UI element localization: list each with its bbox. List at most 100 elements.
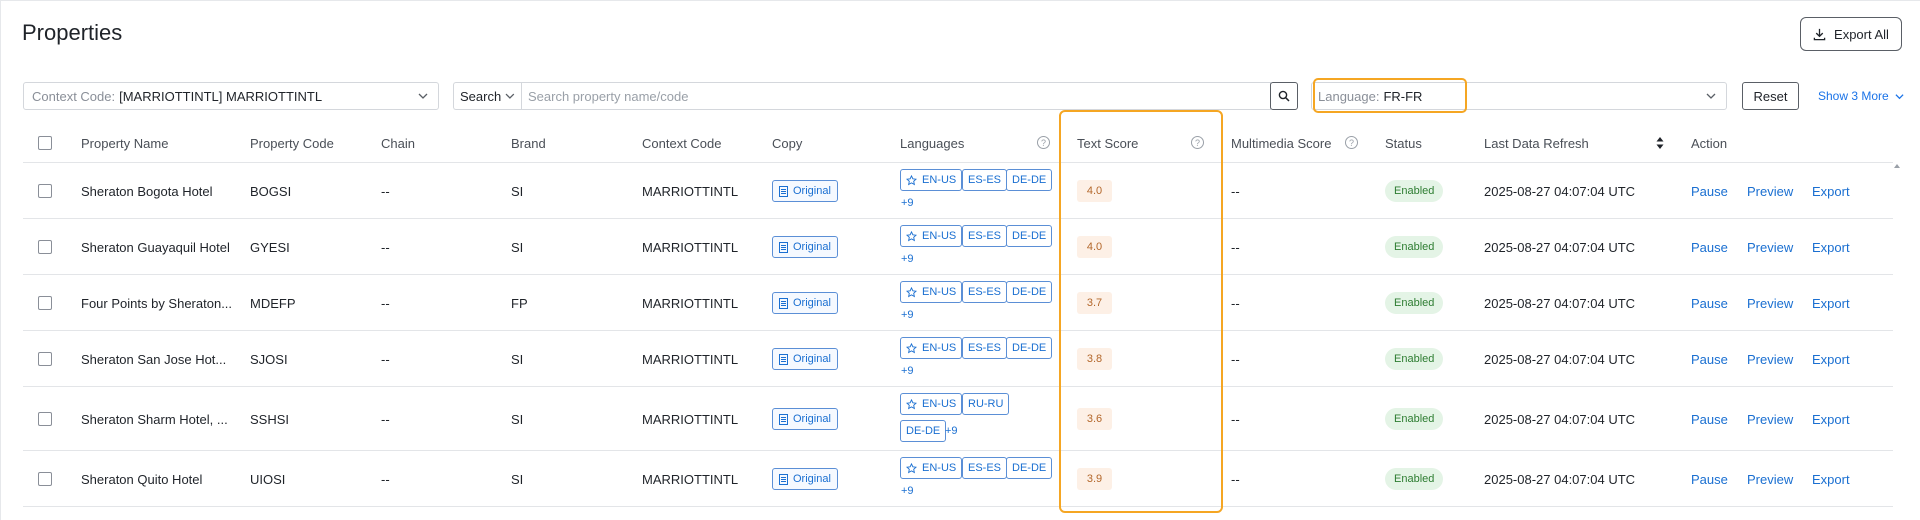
language-code: EN-US [922, 398, 957, 410]
language-tag[interactable]: DE-DE [1006, 457, 1053, 479]
export-all-button[interactable]: Export All [1800, 17, 1902, 51]
export-link[interactable]: Export [1812, 184, 1850, 199]
document-icon [779, 473, 788, 485]
preview-link[interactable]: Preview [1747, 412, 1793, 427]
pause-link[interactable]: Pause [1691, 296, 1728, 311]
text-score-help-icon[interactable]: ? [1191, 136, 1204, 149]
copy-original-tag[interactable]: Original [772, 292, 838, 314]
property-code: UIOSI [250, 472, 286, 487]
language-tag-primary[interactable]: EN-US [900, 337, 963, 359]
multimedia-score-help-icon[interactable]: ? [1345, 136, 1358, 149]
sort-icon[interactable] [1655, 135, 1665, 151]
copy-original-tag[interactable]: Original [772, 236, 838, 258]
export-link[interactable]: Export [1812, 296, 1850, 311]
language-tag[interactable]: ES-ES [962, 337, 1008, 359]
copy-original-tag[interactable]: Original [772, 180, 838, 202]
search-input[interactable] [521, 82, 1271, 110]
language-tag[interactable]: DE-DE [1006, 169, 1053, 191]
pause-link[interactable]: Pause [1691, 412, 1728, 427]
table-row: Sheraton Guayaquil Hotel GYESI -- SI MAR… [23, 219, 1893, 275]
multimedia-score: -- [1231, 412, 1240, 427]
preview-link[interactable]: Preview [1747, 240, 1793, 255]
language-tag-primary[interactable]: EN-US [900, 393, 963, 415]
text-score-badge: 3.7 [1077, 292, 1112, 314]
row-checkbox[interactable] [38, 184, 52, 198]
preview-link[interactable]: Preview [1747, 472, 1793, 487]
language-tag[interactable]: DE-DE [1006, 281, 1053, 303]
export-link[interactable]: Export [1812, 240, 1850, 255]
export-link[interactable]: Export [1812, 352, 1850, 367]
language-tag[interactable]: ES-ES [962, 457, 1008, 479]
col-multimedia-score[interactable]: Multimedia Score [1231, 136, 1331, 151]
search-type-select[interactable]: Search [453, 82, 521, 110]
language-tag-primary[interactable]: EN-US [900, 169, 963, 191]
show-more-filters-link[interactable]: Show 3 More [1818, 89, 1904, 103]
language-code: EN-US [922, 462, 957, 474]
more-languages-link[interactable]: +9 [901, 309, 914, 321]
row-checkbox[interactable] [38, 296, 52, 310]
pause-link[interactable]: Pause [1691, 472, 1728, 487]
language-tag[interactable]: ES-ES [962, 225, 1008, 247]
languages-help-icon[interactable]: ? [1037, 136, 1050, 149]
row-checkbox[interactable] [38, 472, 52, 486]
col-languages[interactable]: Languages [900, 136, 964, 151]
col-copy[interactable]: Copy [772, 136, 802, 151]
col-text-score[interactable]: Text Score [1077, 136, 1138, 151]
search-button[interactable] [1270, 82, 1298, 110]
context-code: MARRIOTTINTL [642, 240, 739, 255]
copy-original-tag[interactable]: Original [772, 408, 838, 430]
table-row: Sheraton Sharm Hotel, ... SSHSI -- SI MA… [23, 387, 1893, 451]
col-brand[interactable]: Brand [511, 136, 546, 151]
language-tag[interactable]: DE-DE [1006, 225, 1053, 247]
preview-link[interactable]: Preview [1747, 352, 1793, 367]
last-refresh: 2025-08-27 04:07:04 UTC [1484, 472, 1636, 487]
reset-button[interactable]: Reset [1742, 82, 1799, 110]
col-status[interactable]: Status [1385, 136, 1422, 151]
col-context-code[interactable]: Context Code [642, 136, 722, 151]
preview-link[interactable]: Preview [1747, 184, 1793, 199]
export-link[interactable]: Export [1812, 472, 1850, 487]
multimedia-score: -- [1231, 296, 1240, 311]
more-languages-link[interactable]: +9 [901, 253, 914, 265]
last-refresh: 2025-08-27 04:07:04 UTC [1484, 184, 1636, 199]
context-code: MARRIOTTINTL [642, 296, 739, 311]
preview-link[interactable]: Preview [1747, 296, 1793, 311]
language-tag-primary[interactable]: EN-US [900, 281, 963, 303]
pause-link[interactable]: Pause [1691, 352, 1728, 367]
scroll-up-icon[interactable] [1893, 163, 1901, 169]
more-languages-link[interactable]: +9 [901, 197, 914, 209]
export-link[interactable]: Export [1812, 412, 1850, 427]
language-tag[interactable]: RU-RU [962, 393, 1010, 415]
col-property-code[interactable]: Property Code [250, 136, 334, 151]
copy-original-tag[interactable]: Original [772, 468, 838, 490]
document-icon [779, 241, 788, 253]
row-checkbox[interactable] [38, 412, 52, 426]
language-tag[interactable]: DE-DE [900, 420, 947, 442]
language-select[interactable]: Language: FR-FR [1311, 82, 1727, 110]
language-tag[interactable]: ES-ES [962, 281, 1008, 303]
pause-link[interactable]: Pause [1691, 240, 1728, 255]
row-checkbox[interactable] [38, 352, 52, 366]
col-property-name[interactable]: Property Name [81, 136, 168, 151]
status-badge: Enabled [1385, 180, 1444, 202]
last-refresh: 2025-08-27 04:07:04 UTC [1484, 352, 1636, 367]
language-tag-primary[interactable]: EN-US [900, 225, 963, 247]
language-tag-primary[interactable]: EN-US [900, 457, 963, 479]
col-chain[interactable]: Chain [381, 136, 415, 151]
more-languages-link[interactable]: +9 [945, 425, 958, 437]
chain: -- [381, 184, 390, 199]
context-code-select[interactable]: Context Code: [MARRIOTTINTL] MARRIOTTINT… [23, 82, 439, 110]
context-code: MARRIOTTINTL [642, 412, 739, 427]
select-all-checkbox[interactable] [38, 136, 52, 150]
more-languages-link[interactable]: +9 [901, 365, 914, 377]
language-code: EN-US [922, 174, 957, 186]
language-tag[interactable]: DE-DE [1006, 337, 1053, 359]
star-icon [906, 230, 917, 241]
copy-original-tag[interactable]: Original [772, 348, 838, 370]
copy-label: Original [793, 297, 831, 309]
row-checkbox[interactable] [38, 240, 52, 254]
col-last-data-refresh[interactable]: Last Data Refresh [1484, 136, 1589, 151]
pause-link[interactable]: Pause [1691, 184, 1728, 199]
more-languages-link[interactable]: +9 [901, 485, 914, 497]
language-tag[interactable]: ES-ES [962, 169, 1008, 191]
